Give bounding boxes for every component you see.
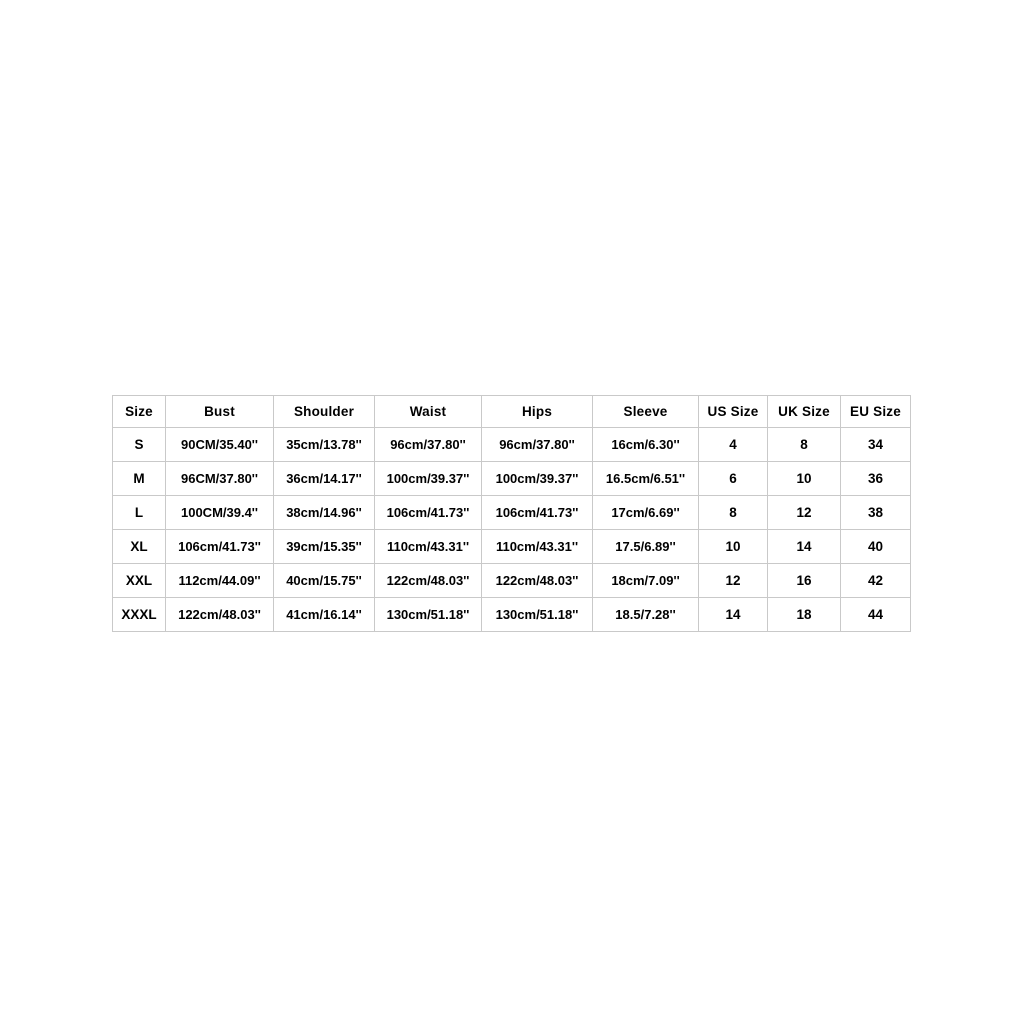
cell-hips: 122cm/48.03'' [481,563,593,598]
column-header-hips: Hips [481,395,593,428]
table-row: M 96CM/37.80'' 36cm/14.17'' 100cm/39.37'… [112,461,911,496]
cell-uk-size: 14 [767,529,841,564]
size-chart-container: Size Bust Shoulder Waist Hips Sleeve US … [112,395,911,632]
column-header-bust: Bust [165,395,274,428]
cell-hips: 106cm/41.73'' [481,495,593,530]
cell-hips: 110cm/43.31'' [481,529,593,564]
cell-eu-size: 38 [840,495,911,530]
cell-sleeve: 17.5/6.89'' [592,529,699,564]
cell-shoulder: 39cm/15.35'' [273,529,375,564]
column-header-uk-size: UK Size [767,395,841,428]
cell-sleeve: 18cm/7.09'' [592,563,699,598]
cell-waist: 122cm/48.03'' [374,563,482,598]
cell-size: L [112,495,166,530]
column-header-shoulder: Shoulder [273,395,375,428]
cell-size: XXL [112,563,166,598]
cell-uk-size: 12 [767,495,841,530]
cell-waist: 130cm/51.18'' [374,597,482,632]
cell-bust: 90CM/35.40'' [165,427,274,462]
column-header-size: Size [112,395,166,428]
cell-waist: 110cm/43.31'' [374,529,482,564]
cell-uk-size: 8 [767,427,841,462]
cell-shoulder: 35cm/13.78'' [273,427,375,462]
table-body: S 90CM/35.40'' 35cm/13.78'' 96cm/37.80''… [112,427,911,632]
cell-us-size: 12 [698,563,768,598]
table-row: XXXL 122cm/48.03'' 41cm/16.14'' 130cm/51… [112,597,911,632]
cell-uk-size: 10 [767,461,841,496]
table-row: S 90CM/35.40'' 35cm/13.78'' 96cm/37.80''… [112,427,911,462]
size-chart-table: Size Bust Shoulder Waist Hips Sleeve US … [112,395,911,632]
column-header-sleeve: Sleeve [592,395,699,428]
cell-size: XL [112,529,166,564]
cell-size: XXXL [112,597,166,632]
cell-size: S [112,427,166,462]
cell-us-size: 4 [698,427,768,462]
cell-bust: 100CM/39.4'' [165,495,274,530]
cell-size: M [112,461,166,496]
cell-shoulder: 40cm/15.75'' [273,563,375,598]
cell-eu-size: 42 [840,563,911,598]
header-row: Size Bust Shoulder Waist Hips Sleeve US … [112,395,911,428]
cell-shoulder: 36cm/14.17'' [273,461,375,496]
cell-waist: 100cm/39.37'' [374,461,482,496]
cell-us-size: 14 [698,597,768,632]
column-header-us-size: US Size [698,395,768,428]
cell-sleeve: 18.5/7.28'' [592,597,699,632]
cell-bust: 112cm/44.09'' [165,563,274,598]
table-row: XL 106cm/41.73'' 39cm/15.35'' 110cm/43.3… [112,529,911,564]
table-row: XXL 112cm/44.09'' 40cm/15.75'' 122cm/48.… [112,563,911,598]
cell-us-size: 6 [698,461,768,496]
cell-bust: 122cm/48.03'' [165,597,274,632]
cell-bust: 106cm/41.73'' [165,529,274,564]
cell-sleeve: 17cm/6.69'' [592,495,699,530]
cell-shoulder: 38cm/14.96'' [273,495,375,530]
cell-waist: 106cm/41.73'' [374,495,482,530]
cell-bust: 96CM/37.80'' [165,461,274,496]
table-row: L 100CM/39.4'' 38cm/14.96'' 106cm/41.73'… [112,495,911,530]
cell-shoulder: 41cm/16.14'' [273,597,375,632]
cell-uk-size: 16 [767,563,841,598]
column-header-waist: Waist [374,395,482,428]
cell-eu-size: 44 [840,597,911,632]
cell-sleeve: 16cm/6.30'' [592,427,699,462]
cell-hips: 96cm/37.80'' [481,427,593,462]
cell-sleeve: 16.5cm/6.51'' [592,461,699,496]
column-header-eu-size: EU Size [840,395,911,428]
cell-uk-size: 18 [767,597,841,632]
cell-eu-size: 34 [840,427,911,462]
cell-eu-size: 36 [840,461,911,496]
cell-us-size: 8 [698,495,768,530]
cell-waist: 96cm/37.80'' [374,427,482,462]
table-header: Size Bust Shoulder Waist Hips Sleeve US … [112,395,911,428]
cell-hips: 100cm/39.37'' [481,461,593,496]
cell-us-size: 10 [698,529,768,564]
cell-eu-size: 40 [840,529,911,564]
cell-hips: 130cm/51.18'' [481,597,593,632]
